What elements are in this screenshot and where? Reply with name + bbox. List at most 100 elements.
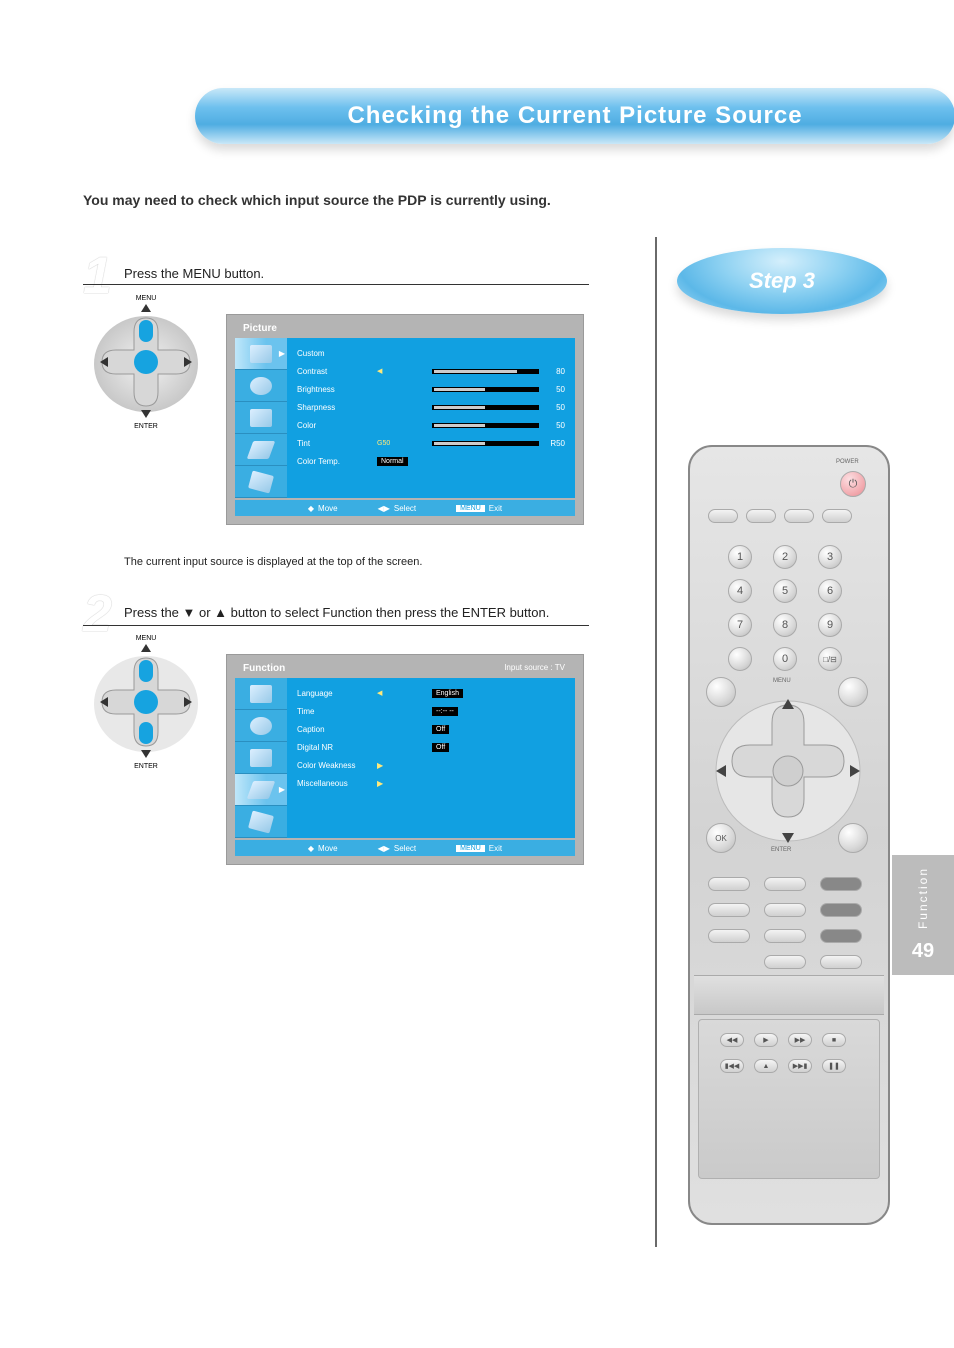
osd-picture-panel: Picture ▶ Custom Contrast◀80 Brightness5… [226,314,584,525]
osd1-sharpness-label: Sharpness [297,403,377,412]
osd2-tab-list: ▶ [235,678,287,838]
skip-back-button[interactable]: ▮◀◀ [720,1059,744,1073]
rule-1 [83,284,589,285]
osd2-language-label: Language [297,689,377,698]
num-1-button[interactable]: 1 [728,545,752,569]
caption-button[interactable] [764,903,806,917]
num-9-button[interactable]: 9 [818,613,842,637]
swap-button[interactable] [820,903,862,917]
pause-button[interactable]: ❚❚ [822,1059,846,1073]
ok-button[interactable]: OK [706,823,736,853]
smode-button[interactable] [820,877,862,891]
osd2-foot-select: ◀▶ Select [378,844,417,853]
psize-button[interactable] [822,509,852,523]
svg-text:ENTER: ENTER [134,763,158,770]
num-6-button[interactable]: 6 [818,579,842,603]
osd2-tab-sound[interactable] [235,710,287,742]
pip-button-r[interactable] [708,929,750,943]
osd-tab-channel[interactable] [235,402,287,434]
skip-fwd-button[interactable]: ▶▶▮ [788,1059,812,1073]
osd-foot-move: ◆ Move [308,504,338,513]
osd1-tint-right: R50 [545,439,565,448]
aspect-button[interactable] [764,929,806,943]
svg-text:ENTER: ENTER [134,423,158,430]
osd2-dnr-label: Digital NR [297,743,377,752]
menu-label: MENU [773,678,791,684]
osd2-tab-picture[interactable] [235,678,287,710]
pmode-button[interactable] [708,877,750,891]
osd2-caption-chip: Off [432,725,449,734]
play-button[interactable]: ▶ [754,1033,778,1047]
step-2-text: Press the ▼ or ▲ button to select Functi… [124,605,594,620]
exit-button[interactable] [838,823,868,853]
osd-foot-select: ◀▶ Select [378,504,417,513]
remote-control: ⏻ POWER 1 2 3 4 5 6 7 8 9 0 □/⊟ MENU ENT… [688,445,890,1225]
osd-tab-picture[interactable]: ▶ [235,338,287,370]
dpad-illustration-2: MENU ENTER [86,630,206,770]
page-side-tab: Function 49 [892,855,954,975]
still-button[interactable] [764,877,806,891]
power-button[interactable]: ⏻ [840,471,866,497]
locate-button[interactable] [820,929,862,943]
ff-button[interactable]: ▶▶ [788,1033,812,1047]
vertical-divider [655,237,657,1247]
remote-door [694,975,884,1015]
osd2-dnr-chip: Off [432,743,449,752]
power-label: POWER [836,459,859,465]
remote-dpad[interactable] [712,695,864,847]
num-2-button[interactable]: 2 [773,545,797,569]
num-3-button[interactable]: 3 [818,545,842,569]
dash-button[interactable] [728,647,752,671]
osd2-time-label: Time [297,707,377,716]
osd1-colortemp-chip: Normal [377,457,408,466]
page-number: 49 [912,940,934,963]
enter-label: ENTER [771,847,791,853]
eject-button[interactable]: ▲ [754,1059,778,1073]
osd2-tab-function[interactable]: ▶ [235,774,287,806]
size-button[interactable] [764,955,806,969]
reset-button[interactable] [820,955,862,969]
osd2-misc-label: Miscellaneous [297,779,377,788]
sleep-button[interactable] [784,509,814,523]
osd-tab-function[interactable] [235,434,287,466]
rewind-button[interactable]: ◀◀ [720,1033,744,1047]
osd2-foot-exit: MENU Exit [456,844,502,853]
num-8-button[interactable]: 8 [773,613,797,637]
osd-tab-list: ▶ [235,338,287,498]
osd1-tint-label: Tint [297,439,377,448]
mode-button[interactable] [708,509,738,523]
num-5-button[interactable]: 5 [773,579,797,603]
osd1-custom-label: Custom [297,349,377,358]
osd2-source-key: Input source [504,663,548,672]
osd2-language-chip: English [432,689,463,698]
osd-tab-sound[interactable] [235,370,287,402]
osd1-contrast-value: 80 [545,367,565,376]
prech-button[interactable] [746,509,776,523]
osd2-tab-channel[interactable] [235,742,287,774]
osd2-cw-label: Color Weakness [297,761,377,770]
osd-foot-exit: MENU Exit [456,504,502,513]
osd1-color-value: 50 [545,421,565,430]
osd1-brightness-value: 50 [545,385,565,394]
osd1-color-label: Color [297,421,377,430]
osd-tab-setup[interactable] [235,466,287,498]
extra-button[interactable]: □/⊟ [818,647,842,671]
step-1-text: Press the MENU button. [124,266,264,281]
osd2-foot-move: ◆ Move [308,844,338,853]
rule-2 [83,625,589,626]
num-4-button[interactable]: 4 [728,579,752,603]
mts-button[interactable] [708,903,750,917]
osd1-sharpness-value: 50 [545,403,565,412]
osd1-contrast-label: Contrast [297,367,377,376]
title-banner: Checking the Current Picture Source [195,88,954,144]
num-0-button[interactable]: 0 [773,647,797,671]
step-2-sub: The current input source is displayed at… [124,555,422,570]
num-7-button[interactable]: 7 [728,613,752,637]
osd2-time-chip: --:-- -- [432,707,458,716]
osd1-colortemp-label: Color Temp. [297,457,377,466]
osd2-caption-label: Caption [297,725,377,734]
osd2-tab-setup[interactable] [235,806,287,838]
step-pill: Step 3 [677,248,887,314]
osd-function-panel: Function ▶ Input source : TV Language◀En… [226,654,584,865]
stop-button[interactable]: ■ [822,1033,846,1047]
